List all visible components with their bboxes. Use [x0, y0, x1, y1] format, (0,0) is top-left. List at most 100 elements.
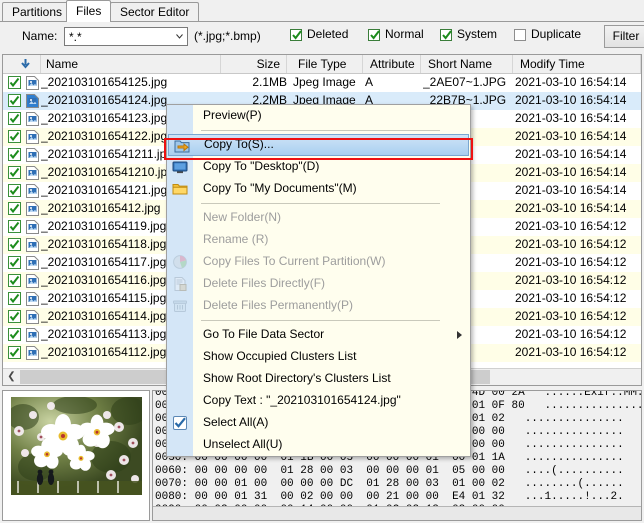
- file-delete-icon: [172, 276, 188, 292]
- name-filter-combobox[interactable]: *.*: [64, 27, 188, 46]
- row-checkbox[interactable]: [8, 130, 21, 143]
- jpeg-file-icon: [26, 238, 39, 252]
- checkbox-duplicate-label: Duplicate: [531, 27, 581, 41]
- table-row[interactable]: _202103101654125.jpg2.1MBJpeg ImageA_2AE…: [3, 74, 641, 92]
- jpeg-file-icon: [26, 76, 39, 90]
- row-checkbox[interactable]: [8, 292, 21, 305]
- jpeg-file-icon: [26, 256, 39, 270]
- menu-item-preview-p[interactable]: Preview(P): [167, 105, 470, 127]
- cell-modified: 2021-03-10 16:54:12: [515, 236, 641, 254]
- cell-modified: 2021-03-10 16:54:14: [515, 74, 641, 92]
- menu-item-unselect-all-u[interactable]: Unselect All(U): [167, 434, 470, 456]
- filter-button-label: Filter: [613, 29, 640, 43]
- menu-item-copy-to-s[interactable]: Copy To(S)...: [168, 134, 469, 156]
- column-header-modify-time[interactable]: Modify Time: [515, 55, 641, 74]
- menu-item-show-root-directory-s-clusters-list[interactable]: Show Root Directory's Clusters List: [167, 368, 470, 390]
- menu-item-label: Unselect All(U): [203, 437, 282, 451]
- jpeg-file-icon: [26, 94, 39, 108]
- menu-item-label: New Folder(N): [203, 210, 281, 224]
- scroll-left-icon[interactable]: ❮: [3, 369, 20, 385]
- row-checkbox[interactable]: [8, 202, 21, 215]
- cell-modified: 2021-03-10 16:54:14: [515, 128, 641, 146]
- hex-ascii: ...............: [525, 439, 624, 451]
- menu-item-copy-to-desktop-d[interactable]: Copy To "Desktop"(D): [167, 156, 470, 178]
- column-header-size[interactable]: Size: [221, 55, 287, 74]
- tab-files[interactable]: Files: [66, 0, 111, 22]
- row-checkbox[interactable]: [8, 346, 21, 359]
- menu-item-label: Show Occupied Clusters List: [203, 349, 356, 363]
- jpeg-file-icon: [26, 310, 39, 324]
- jpeg-file-icon: [26, 274, 39, 288]
- cell-size: 2.1MB: [221, 74, 287, 92]
- column-header-file-type[interactable]: File Type: [293, 55, 363, 74]
- cell-modified: 2021-03-10 16:54:12: [515, 326, 641, 344]
- menu-item-go-to-file-data-sector[interactable]: Go To File Data Sector: [167, 324, 470, 346]
- row-checkbox[interactable]: [8, 310, 21, 323]
- row-checkbox[interactable]: [8, 238, 21, 251]
- check-icon: [442, 29, 452, 41]
- hex-ascii: ................: [545, 400, 643, 412]
- desktop-icon: [172, 159, 188, 175]
- column-header-name[interactable]: Name: [41, 55, 221, 74]
- cell-modified: 2021-03-10 16:54:14: [515, 110, 641, 128]
- copy-to-folder-icon: [174, 138, 190, 154]
- folder-icon: [172, 181, 188, 197]
- file-context-menu[interactable]: Preview(P) Copy To(S)...Copy To "Desktop"…: [166, 104, 471, 457]
- cell-modified: 2021-03-10 16:54:12: [515, 308, 641, 326]
- tab-partitions[interactable]: Partitions: [2, 2, 72, 22]
- cell-modified: 2021-03-10 16:54:12: [515, 290, 641, 308]
- tab-sector-editor-label: Sector Editor: [120, 5, 189, 19]
- row-checkbox[interactable]: [8, 274, 21, 287]
- row-checkbox[interactable]: [8, 76, 21, 89]
- row-checkbox[interactable]: [8, 184, 21, 197]
- column-header-short-name[interactable]: Short Name: [423, 55, 513, 74]
- cell-modified: 2021-03-10 16:54:14: [515, 182, 641, 200]
- hex-ascii: ...............: [525, 413, 624, 425]
- menu-item-delete-files-directly-f: Delete Files Directly(F): [167, 273, 470, 295]
- jpeg-file-icon: [26, 292, 39, 306]
- trash-icon: [172, 298, 188, 314]
- menu-separator: [201, 130, 440, 131]
- row-checkbox[interactable]: [8, 328, 21, 341]
- cell-modified: 2021-03-10 16:54:12: [515, 272, 641, 290]
- hex-viewer-scrollbar[interactable]: [153, 506, 641, 520]
- check-icon: [370, 29, 380, 41]
- cell-type: Jpeg Image: [293, 74, 363, 92]
- tab-sector-editor[interactable]: Sector Editor: [110, 2, 199, 22]
- hex-line: 0070: 00 00 01 00 00 00 00 DC 01 28 00 0…: [155, 478, 624, 491]
- jpeg-file-icon: [26, 346, 39, 360]
- jpeg-file-icon: [26, 202, 39, 216]
- row-checkbox[interactable]: [8, 112, 21, 125]
- menu-item-copy-text-202103101654124-jpg[interactable]: Copy Text : "_202103101654124.jpg": [167, 390, 470, 412]
- sort-descending-icon[interactable]: [3, 55, 41, 74]
- cell-modified: 2021-03-10 16:54:14: [515, 146, 641, 164]
- menu-item-label: Show Root Directory's Clusters List: [203, 371, 391, 385]
- menu-item-label: Delete Files Permanently(P): [203, 298, 353, 312]
- menu-item-new-folder-n: New Folder(N): [167, 207, 470, 229]
- menu-item-label: Go To File Data Sector: [203, 327, 324, 341]
- hex-bytes: 00 00 01 00 00 00 00 DC 01 28 00 03 01 0…: [195, 478, 505, 490]
- menu-item-copy-to-my-documents-m[interactable]: Copy To "My Documents"(M): [167, 178, 470, 200]
- menu-item-label: Rename (R): [203, 232, 268, 246]
- menu-item-select-all-a[interactable]: Select All(A): [167, 412, 470, 434]
- menu-item-label: Delete Files Directly(F): [203, 276, 325, 290]
- row-checkbox[interactable]: [8, 94, 21, 107]
- row-checkbox[interactable]: [8, 256, 21, 269]
- filter-button[interactable]: Filter: [604, 25, 644, 48]
- column-header-attribute[interactable]: Attribute: [365, 55, 421, 74]
- row-checkbox[interactable]: [8, 148, 21, 161]
- checkbox-normal-label: Normal: [385, 27, 424, 41]
- chevron-down-icon: [176, 34, 183, 39]
- menu-item-show-occupied-clusters-list[interactable]: Show Occupied Clusters List: [167, 346, 470, 368]
- menu-item-delete-files-permanently-p: Delete Files Permanently(P): [167, 295, 470, 317]
- jpeg-file-icon: [26, 130, 39, 144]
- row-checkbox[interactable]: [8, 220, 21, 233]
- checkbox-duplicate-box: [514, 29, 526, 41]
- hex-offset: 0070:: [155, 478, 188, 490]
- row-checkbox[interactable]: [8, 166, 21, 179]
- name-filter-value: *.*: [69, 30, 82, 44]
- menu-separator: [201, 320, 440, 321]
- jpeg-file-icon: [26, 148, 39, 162]
- checkbox-deleted-label: Deleted: [307, 27, 348, 41]
- image-preview-panel: [2, 390, 150, 521]
